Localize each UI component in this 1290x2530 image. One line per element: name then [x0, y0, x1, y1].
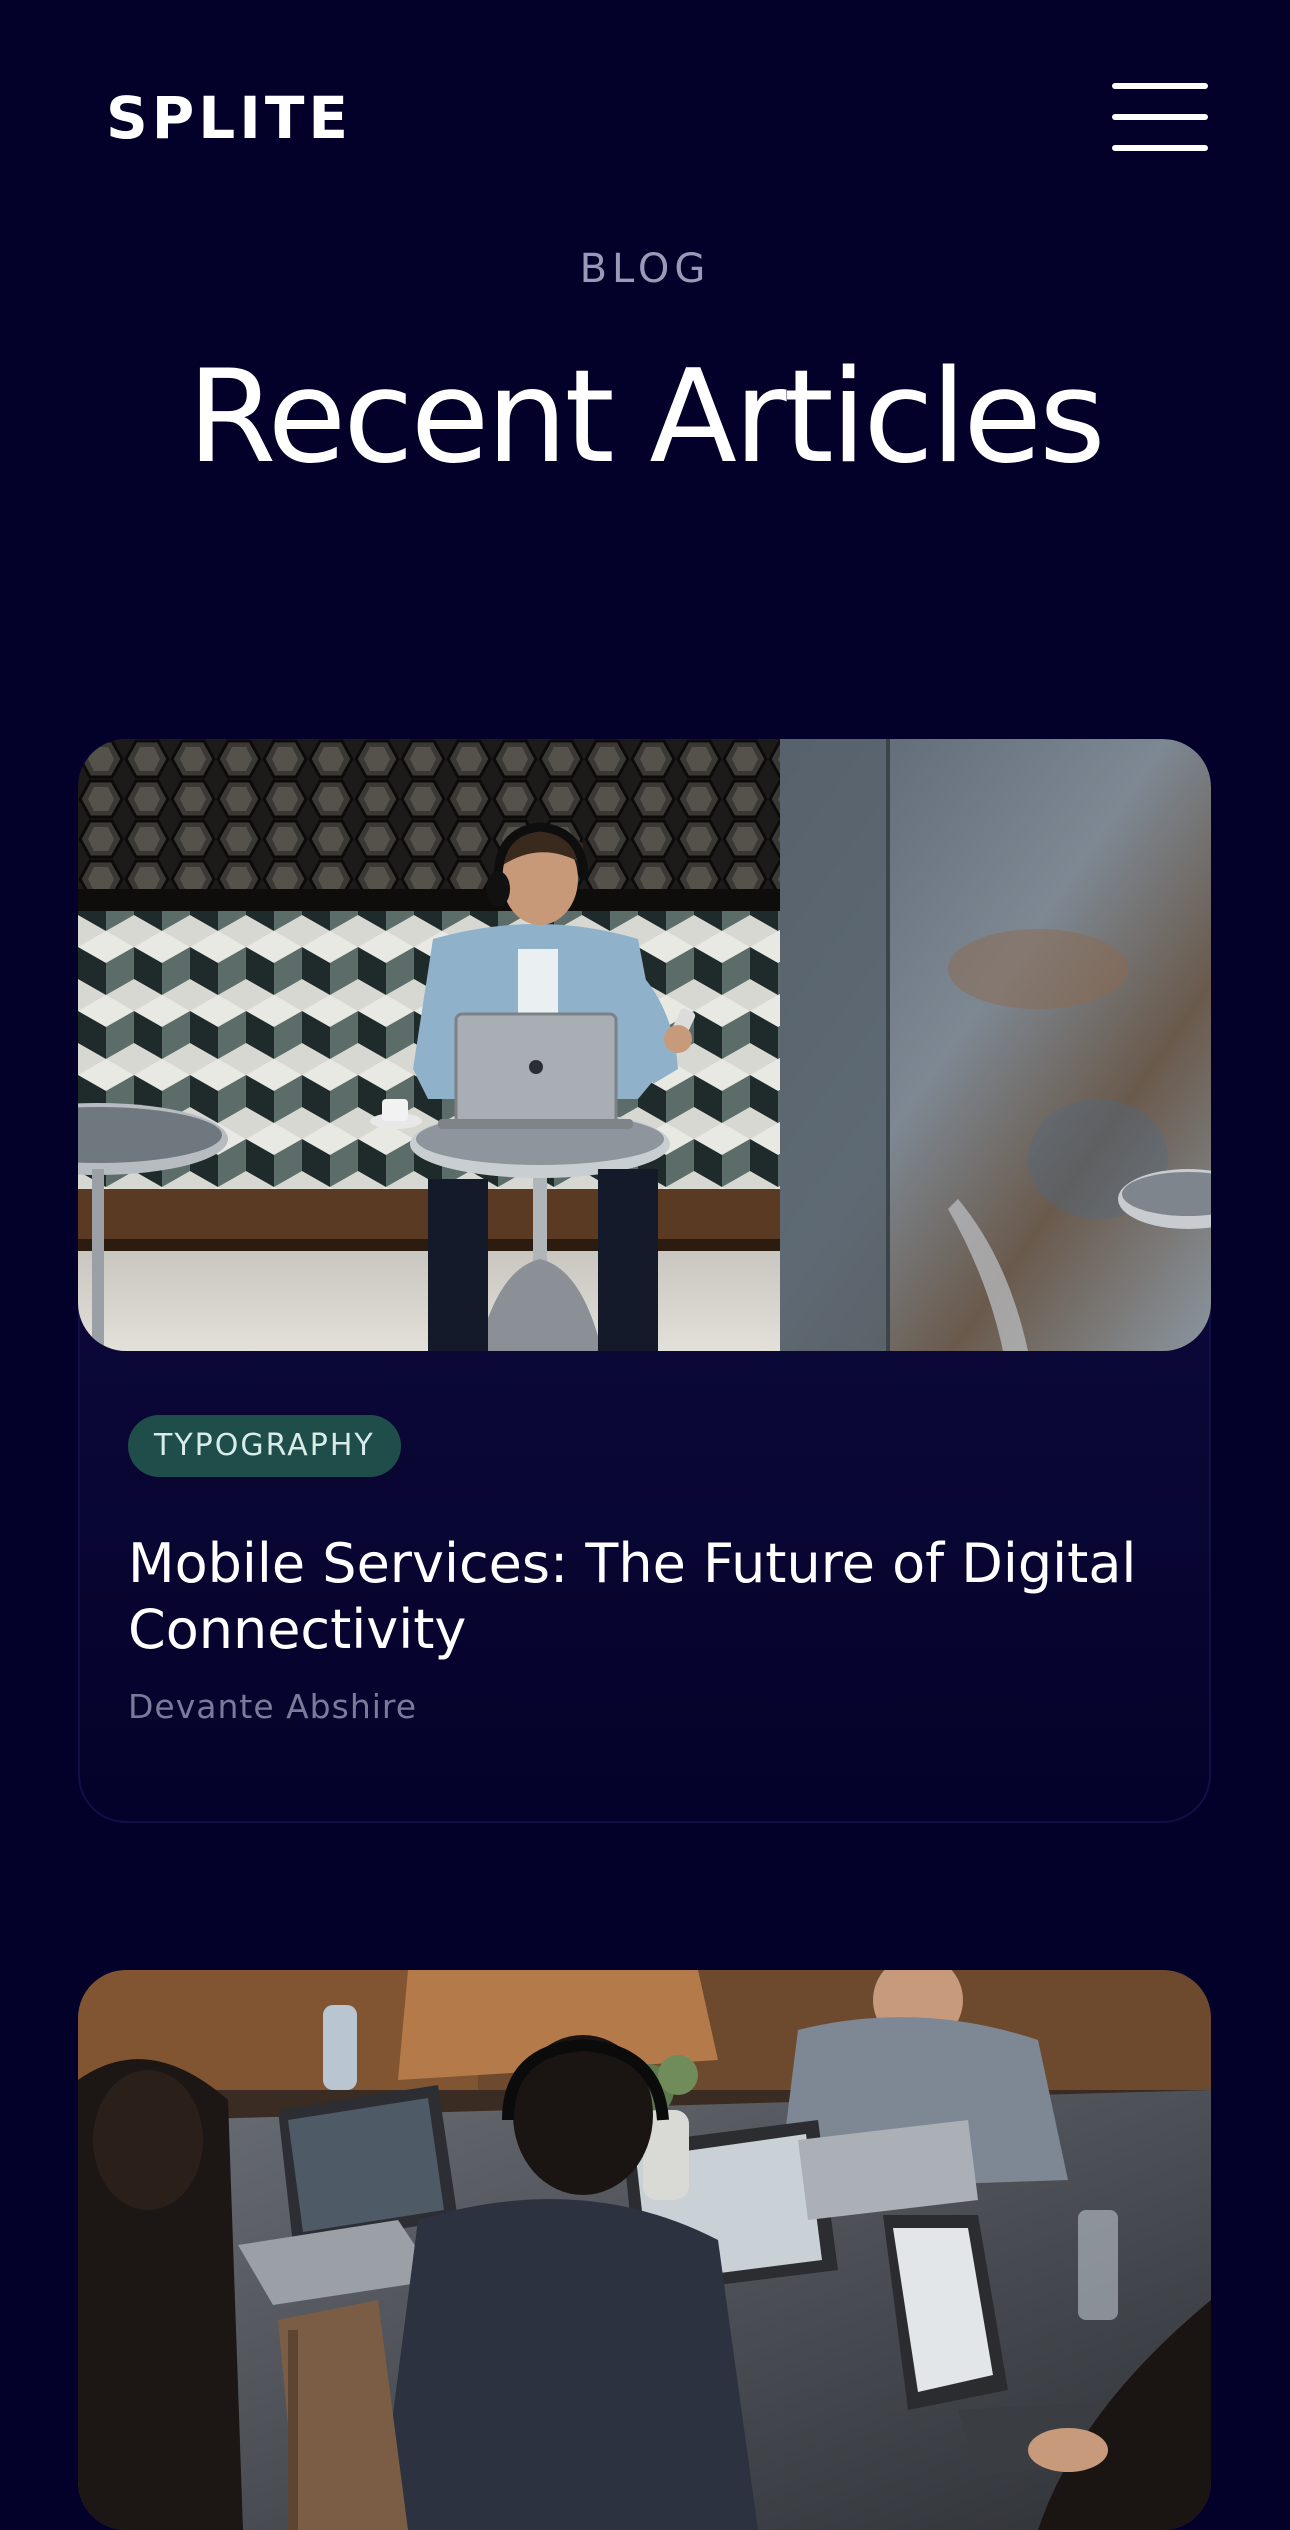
hamburger-menu-icon[interactable] [1110, 80, 1212, 158]
article-title[interactable]: Mobile Services: The Future of Digital C… [128, 1531, 1158, 1663]
article-author: Devante Abshire [128, 1687, 418, 1726]
article-card[interactable]: TYPOGRAPHY Mobile Services: The Future o… [78, 739, 1211, 1823]
menu-line [1112, 145, 1208, 151]
site-header: SPLITE [0, 0, 1290, 240]
logo[interactable]: SPLITE [106, 82, 352, 154]
section-eyebrow: BLOG [579, 246, 711, 292]
team-working-on-laptops-photo [78, 1970, 1211, 2530]
article-image[interactable] [78, 739, 1211, 1351]
page-title: Recent Articles [187, 343, 1105, 492]
article-card[interactable] [78, 1970, 1211, 2530]
category-badge[interactable]: TYPOGRAPHY [128, 1415, 401, 1477]
menu-line [1112, 114, 1208, 120]
man-with-laptop-cafe-photo [78, 739, 1211, 1351]
article-image[interactable] [78, 1970, 1211, 2530]
menu-line [1112, 83, 1208, 89]
